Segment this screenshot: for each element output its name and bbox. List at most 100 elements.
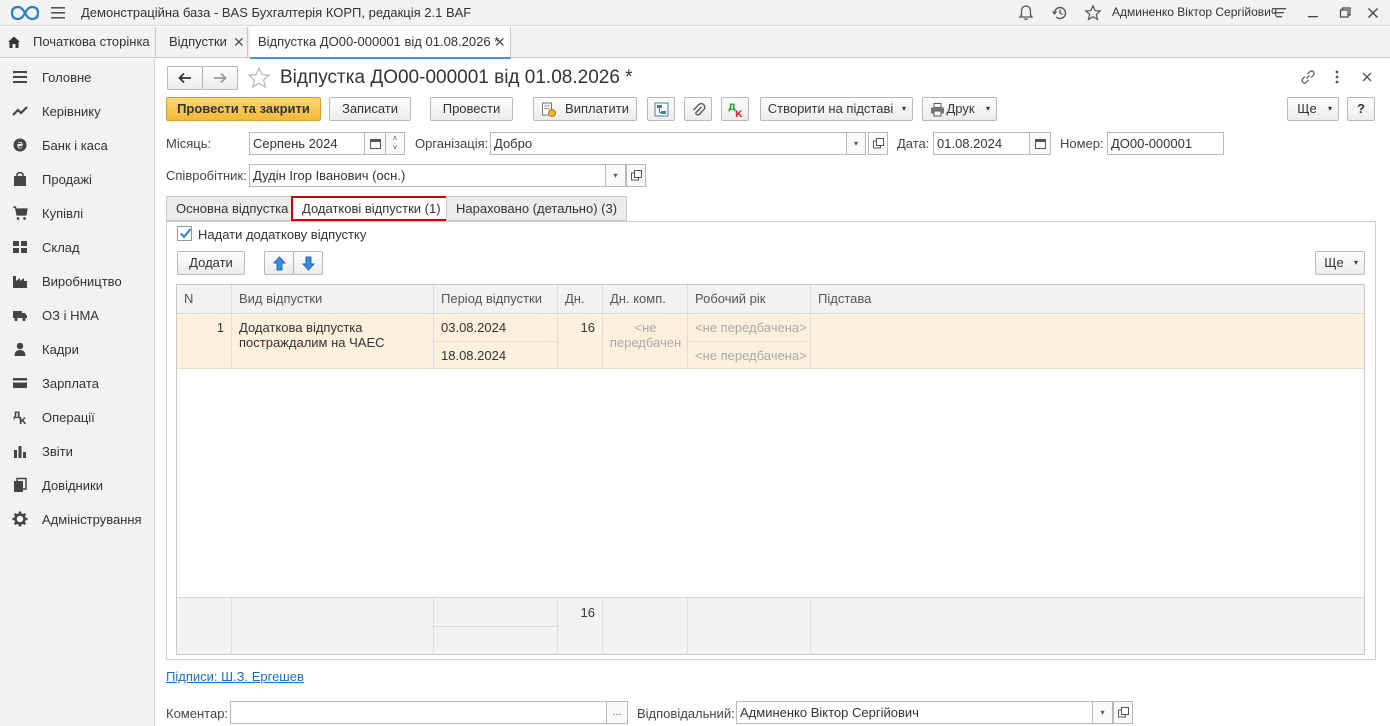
sidebar-item-main[interactable]: Головне [0,61,154,91]
month-stepper[interactable]: ˄ ˅ [385,132,405,155]
comment-edit-button[interactable]: ... [606,701,628,724]
date-calendar-button[interactable] [1029,132,1051,155]
create-based-on-button[interactable]: Створити на підставі ▾ [760,97,913,121]
more-actions-icon[interactable] [1331,69,1343,85]
app-logo-icon[interactable] [10,4,40,22]
cell-work-year-2: <не передбачена> [695,348,807,363]
structure-button[interactable] [647,97,675,121]
tab-accrued-detailed[interactable]: Нараховано (детально) (3) [446,196,628,221]
column-divider [231,598,232,655]
step-down-icon[interactable]: ˅ [386,143,404,152]
paperclip-icon [693,102,706,116]
sidebar-item-assets[interactable]: ОЗ і НМА [0,299,154,329]
signatures-link[interactable]: Підписи: Ш.З. Ергешев [166,669,304,684]
pay-button[interactable]: Виплатити [533,97,637,121]
more-button[interactable]: Ще ▾ [1287,97,1339,121]
number-field[interactable]: ДО00-000001 [1107,132,1224,155]
sidebar-item-reports[interactable]: Звіти [0,435,154,465]
close-tab-icon[interactable]: ✕ [494,27,506,57]
comment-field[interactable] [230,701,607,724]
sidebar-item-admin[interactable]: Адміністрування [0,503,154,533]
employee-open-button[interactable] [626,164,646,187]
organization-dropdown-button[interactable]: ▾ [846,132,866,155]
sidebar-item-manager[interactable]: Керівнику [0,95,154,125]
move-down-button[interactable] [293,251,323,275]
tab-vacations-label: Відпустки [169,34,227,49]
footer-days-total: 16 [580,605,595,620]
sidebar-item-sales[interactable]: Продажі [0,163,154,193]
close-form-icon[interactable] [1360,70,1374,84]
close-window-icon[interactable] [1364,4,1382,22]
help-button[interactable]: ? [1347,97,1375,121]
history-icon[interactable] [1051,4,1069,22]
tab-main-vacation[interactable]: Основна відпустка [166,196,299,221]
operations-icon: ДК [13,411,27,425]
move-up-button[interactable] [264,251,294,275]
save-button[interactable]: Записати [329,97,411,121]
additional-vacations-table[interactable]: N Вид відпустки Період відпустки Дн. Дн.… [176,284,1365,655]
grant-additional-label: Надати додаткову відпустку [198,227,367,242]
sidebar-item-salary[interactable]: Зарплата [0,367,154,397]
responsible-dropdown-button[interactable]: ▾ [1092,701,1113,724]
calendar-button[interactable] [364,132,386,155]
employee-field[interactable]: Дудін Ігор Іванович (осн.) [249,164,606,187]
date-field[interactable]: 01.08.2024 [933,132,1030,155]
sidebar-item-operations[interactable]: ДК Операції [0,401,154,431]
restore-icon[interactable] [1336,4,1354,22]
organization-open-button[interactable] [868,132,888,155]
column-header-period[interactable]: Період відпустки [434,285,558,314]
tab-additional-vacations[interactable]: Додаткові відпустки (1) [291,196,452,221]
post-button[interactable]: Провести [430,97,513,121]
sidebar-item-label: Кадри [42,342,79,357]
attach-file-button[interactable] [684,97,712,121]
page-title: Відпустка ДО00-000001 від 01.08.2026 * [280,67,633,88]
settings-menu-icon[interactable] [1270,4,1288,22]
organization-label: Організація: [415,136,489,151]
bell-icon[interactable] [1017,4,1035,22]
sidebar-item-warehouse[interactable]: Склад [0,231,154,261]
column-header-days[interactable]: Дн. [558,285,603,314]
sidebar-item-catalogs[interactable]: Довідники [0,469,154,499]
column-header-basis[interactable]: Підстава [811,285,1364,314]
dt-kt-button[interactable]: ДК [721,97,749,121]
back-button[interactable] [167,66,203,90]
calendar-icon [370,139,381,149]
main-menu-icon[interactable] [50,6,66,20]
current-user[interactable]: Админенко Віктор Сергійович [1112,5,1277,19]
table-footer: 16 [177,597,1364,655]
number-label: Номер: [1060,136,1104,151]
sidebar-item-label: Керівнику [42,104,101,119]
link-icon[interactable] [1300,69,1316,85]
sidebar-item-label: ОЗ і НМА [42,308,99,323]
books-icon [14,477,27,492]
sidebar-item-bank[interactable]: ₴ Банк і каса [0,129,154,159]
employee-dropdown-button[interactable]: ▾ [605,164,626,187]
grant-additional-checkbox[interactable] [177,226,192,241]
column-header-work-year[interactable]: Робочий рік [688,285,811,314]
tab-document[interactable]: Відпустка ДО00-000001 від 01.08.2026 * ✕ [250,27,511,59]
sidebar-item-purchases[interactable]: Купівлі [0,197,154,227]
tab-vacations[interactable]: Відпустки ✕ [161,27,248,58]
post-and-close-button[interactable]: Провести та закрити [166,97,321,121]
minimize-icon[interactable] [1304,4,1322,22]
forward-button[interactable] [202,66,238,90]
responsible-field[interactable]: Админенко Віктор Сергійович [736,701,1093,724]
close-tab-icon[interactable]: ✕ [233,27,245,57]
organization-field[interactable]: Добро [490,132,847,155]
print-button[interactable]: Друк ▾ [922,97,997,121]
table-row[interactable]: 1 Додаткова відпустка постраждалим на ЧА… [177,314,1364,369]
tab-home[interactable]: Початкова сторінка [0,27,156,58]
step-up-icon[interactable]: ˄ [386,134,404,143]
table-more-button[interactable]: Ще ▾ [1315,251,1365,275]
column-header-type[interactable]: Вид відпустки [232,285,434,314]
arrow-down-icon [302,256,315,271]
favorites-star-icon[interactable] [1084,4,1102,22]
sidebar-item-hr[interactable]: Кадри [0,333,154,363]
responsible-open-button[interactable] [1113,701,1133,724]
favorite-star-icon[interactable] [247,66,271,90]
add-row-button[interactable]: Додати [177,251,245,275]
sidebar-item-production[interactable]: Виробництво [0,265,154,295]
column-header-comp-days[interactable]: Дн. комп. [603,285,688,314]
month-field[interactable]: Серпень 2024 [249,132,365,155]
column-header-n[interactable]: N [177,285,232,314]
